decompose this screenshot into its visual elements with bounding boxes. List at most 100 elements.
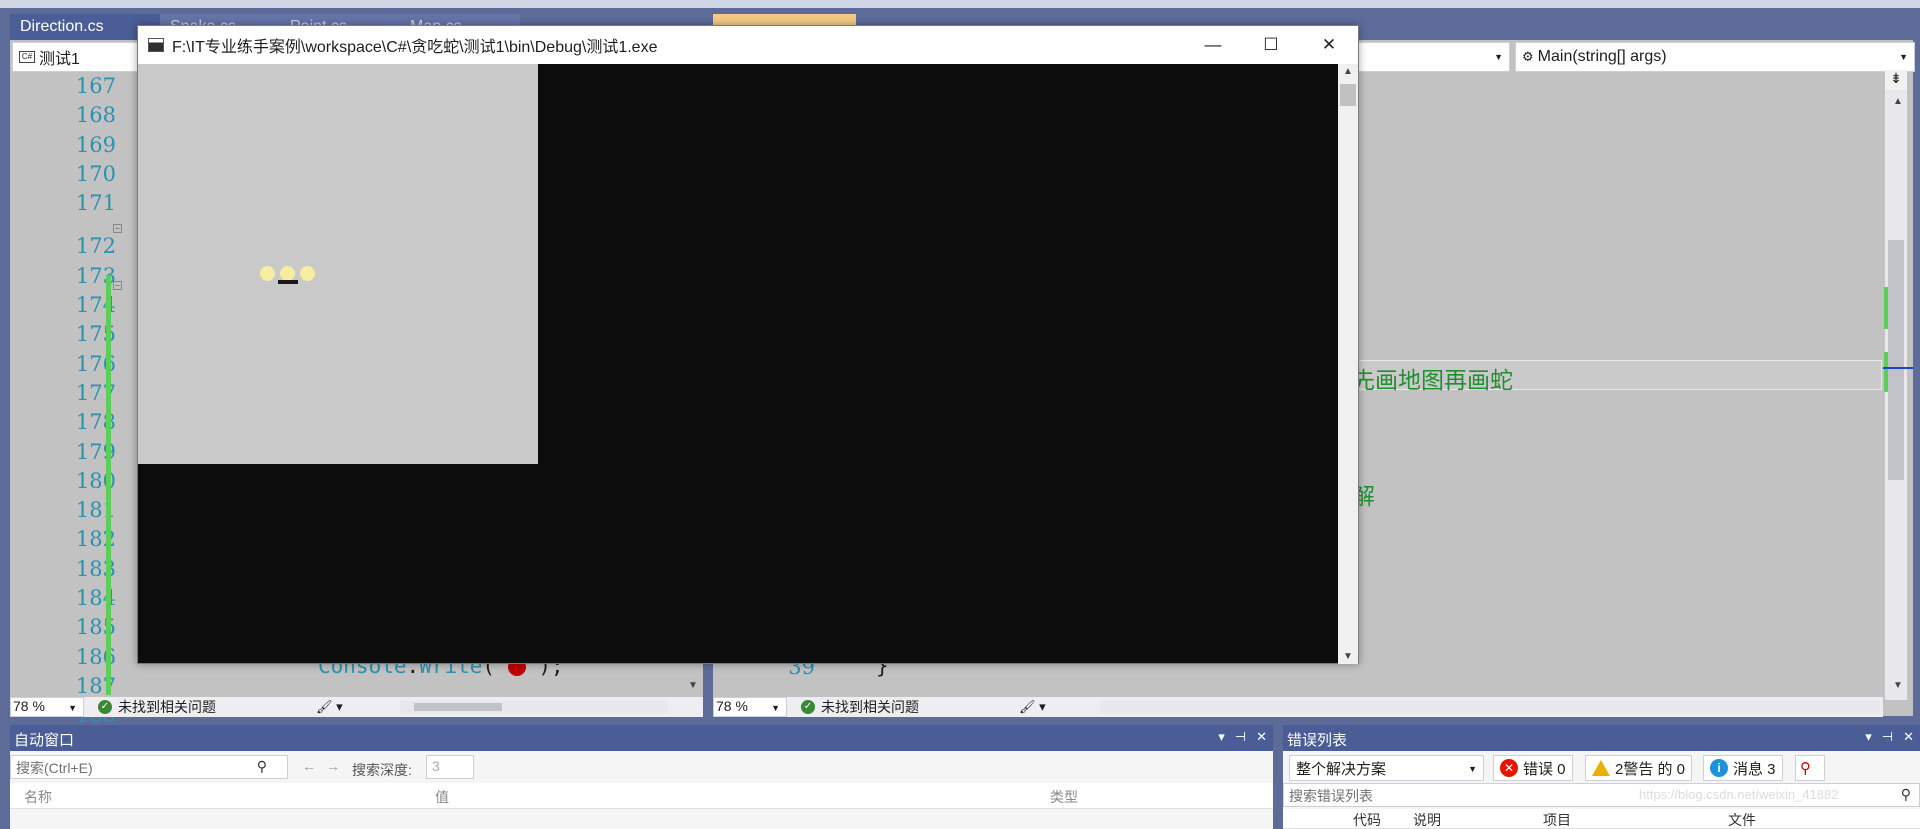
caret-marker xyxy=(1883,367,1913,369)
watermark-text: https://blog.csdn.net/weixin_41882 xyxy=(1639,787,1839,802)
line-number: 173 xyxy=(75,263,116,288)
console-scrollbar[interactable]: ▲ ▼ xyxy=(1338,64,1358,664)
console-title-text: F:\IT专业练手案例\workspace\C#\贪吃蛇\测试1\bin\Deb… xyxy=(172,39,658,56)
messages-filter-button[interactable]: i 消息 3 xyxy=(1703,755,1783,781)
column-file-header[interactable]: 文件 xyxy=(1728,810,1756,828)
line-number: 184 xyxy=(75,586,116,611)
line-number: 182 xyxy=(75,527,116,552)
close-icon[interactable]: ✕ xyxy=(1903,729,1914,745)
autos-search-input[interactable]: 搜索(Ctrl+E) ⚲ xyxy=(10,755,288,779)
line-number: 177 xyxy=(75,380,116,405)
code-comment: 先画地图再画蛇 xyxy=(1352,368,1513,394)
error-list-title: 错误列表 ▾ ⊣ ✕ xyxy=(1283,725,1920,751)
search-depth-dropdown[interactable]: 3 xyxy=(426,755,474,779)
search-placeholder: 搜索(Ctrl+E) xyxy=(16,760,93,776)
line-number: 167 xyxy=(75,74,116,98)
issues-text: 未找到相关问题 xyxy=(821,699,919,715)
pin-icon[interactable]: ⊣ xyxy=(1882,729,1893,745)
line-number: 179 xyxy=(75,439,116,464)
warning-icon xyxy=(1592,760,1610,776)
zoom-value: 78 % xyxy=(13,698,45,714)
column-project-header[interactable]: 项目 xyxy=(1543,810,1571,828)
search-icon: ⚲ xyxy=(1900,786,1911,802)
line-number: 178 xyxy=(75,410,116,435)
search-depth-value: 3 xyxy=(432,758,440,774)
csharp-project-icon: C# xyxy=(19,51,35,63)
dropdown-icon[interactable]: ▾ xyxy=(1865,729,1872,745)
filter-icon: ⚲ xyxy=(1800,760,1811,777)
pin-icon[interactable]: ⊣ xyxy=(1235,729,1246,745)
filter-toggle-button[interactable]: ⚲ xyxy=(1795,755,1825,781)
errors-filter-button[interactable]: ✕ 错误 0 xyxy=(1493,755,1573,781)
dropdown-icon[interactable]: ▾ xyxy=(1218,729,1225,745)
error-list-window: 错误列表 ▾ ⊣ ✕ 整个解决方案 ▼ ✕ 错误 0 2警告 的 0 i 消息 3 ⚲ 搜… xyxy=(1283,725,1920,829)
fold-toggle-icon[interactable]: − xyxy=(113,281,122,290)
snake-segment xyxy=(300,266,315,281)
line-number: 172 xyxy=(75,234,116,259)
chevron-down-icon: ▼ xyxy=(1899,52,1908,62)
zoom-value: 78 % xyxy=(716,698,748,714)
brush-icon[interactable]: 🖌 ▾ xyxy=(1019,699,1046,715)
errors-count: 错误 0 xyxy=(1523,760,1566,778)
scrollbar-thumb[interactable] xyxy=(1888,240,1904,480)
zoom-dropdown[interactable]: 78 % ▼ xyxy=(10,697,84,717)
scrollbar-thumb[interactable] xyxy=(414,703,502,711)
column-value-header[interactable]: 值 xyxy=(435,787,449,807)
close-button[interactable]: ✕ xyxy=(1300,26,1358,64)
line-number: 180 xyxy=(75,468,116,493)
line-number: 175 xyxy=(75,322,116,347)
error-grid-header: 代码 说明 项目 文件 xyxy=(1283,809,1920,829)
scope-value: 整个解决方案 xyxy=(1296,760,1387,778)
zoom-dropdown[interactable]: 78 % ▼ xyxy=(713,697,787,717)
line-number: 169 xyxy=(75,132,116,157)
chevron-down-icon: ▼ xyxy=(1494,52,1503,62)
left-horizontal-scrollbar[interactable] xyxy=(400,701,668,713)
issues-indicator[interactable]: ✓ 未找到相关问题 xyxy=(801,697,919,717)
messages-count: 消息 3 xyxy=(1733,760,1776,778)
warnings-filter-button[interactable]: 2警告 的 0 xyxy=(1585,755,1693,781)
autos-grid-header: 名称 值 类型 xyxy=(10,783,1273,809)
column-name-header[interactable]: 名称 xyxy=(24,787,52,807)
line-number: 181 xyxy=(75,498,116,523)
minimize-button[interactable]: — xyxy=(1184,26,1242,64)
change-marker xyxy=(1884,352,1888,392)
issues-indicator[interactable]: ✓ 未找到相关问题 xyxy=(98,697,216,717)
error-search-input[interactable]: 搜索错误列表 https://blog.csdn.net/weixin_41882… xyxy=(1283,783,1920,807)
right-horizontal-scrollbar[interactable] xyxy=(1100,701,1880,713)
scroll-down-icon[interactable]: ▼ xyxy=(1343,651,1353,662)
forward-arrow-icon[interactable]: → xyxy=(326,758,340,774)
scroll-up-icon[interactable]: ▲ xyxy=(1893,96,1903,107)
autos-window-title: 自动窗口 ▾ ⊣ ✕ xyxy=(10,725,1273,751)
member-nav-dropdown[interactable]: ⚙ Main(string[] args) ▼ xyxy=(1515,42,1915,72)
autos-window: 自动窗口 ▾ ⊣ ✕ 搜索(Ctrl+E) ⚲ ← → 搜索深度: 3 名称 值 类型 xyxy=(10,725,1273,829)
column-type-header[interactable]: 类型 xyxy=(1050,787,1078,807)
line-number-gutter: 167 168 169 170 171 172 173 174 175 176 177 178 179 1… xyxy=(26,72,116,731)
column-description-header[interactable]: 说明 xyxy=(1413,810,1441,828)
maximize-button[interactable]: ☐ xyxy=(1242,26,1300,64)
fold-toggle-icon[interactable]: − xyxy=(113,224,122,233)
search-depth-label: 搜索深度: xyxy=(352,762,412,778)
game-map xyxy=(138,64,538,464)
console-window[interactable]: F:\IT专业练手案例\workspace\C#\贪吃蛇\测试1\bin\Deb… xyxy=(137,25,1359,664)
method-name: Main(string[] args) xyxy=(1537,48,1667,65)
scroll-up-icon[interactable]: ▲ xyxy=(1343,66,1353,77)
editor-vertical-scrollbar[interactable] xyxy=(1885,70,1907,700)
scroll-down-icon[interactable]: ▼ xyxy=(688,680,698,691)
change-marker xyxy=(1884,287,1888,329)
column-code-header[interactable]: 代码 xyxy=(1353,810,1381,828)
scroll-down-icon[interactable]: ▼ xyxy=(1893,680,1903,691)
scope-dropdown[interactable]: 整个解决方案 ▼ xyxy=(1289,755,1484,781)
line-number: 174 xyxy=(75,293,116,318)
issues-text: 未找到相关问题 xyxy=(118,699,216,715)
scrollbar-thumb[interactable] xyxy=(1340,84,1356,106)
warnings-count: 2警告 的 0 xyxy=(1615,760,1686,778)
line-number: 183 xyxy=(75,556,116,581)
split-window-icon[interactable]: ⇟ xyxy=(1885,70,1907,90)
brush-icon[interactable]: 🖌 ▾ xyxy=(316,699,343,715)
console-title-bar[interactable]: F:\IT专业练手案例\workspace\C#\贪吃蛇\测试1\bin\Deb… xyxy=(138,26,1358,64)
back-arrow-icon[interactable]: ← xyxy=(302,758,316,774)
chevron-down-icon: ▼ xyxy=(68,703,77,713)
search-icon: ⚲ xyxy=(256,758,267,774)
close-icon[interactable]: ✕ xyxy=(1256,729,1267,745)
type-nav-dropdown[interactable]: ▼ xyxy=(1345,42,1510,72)
